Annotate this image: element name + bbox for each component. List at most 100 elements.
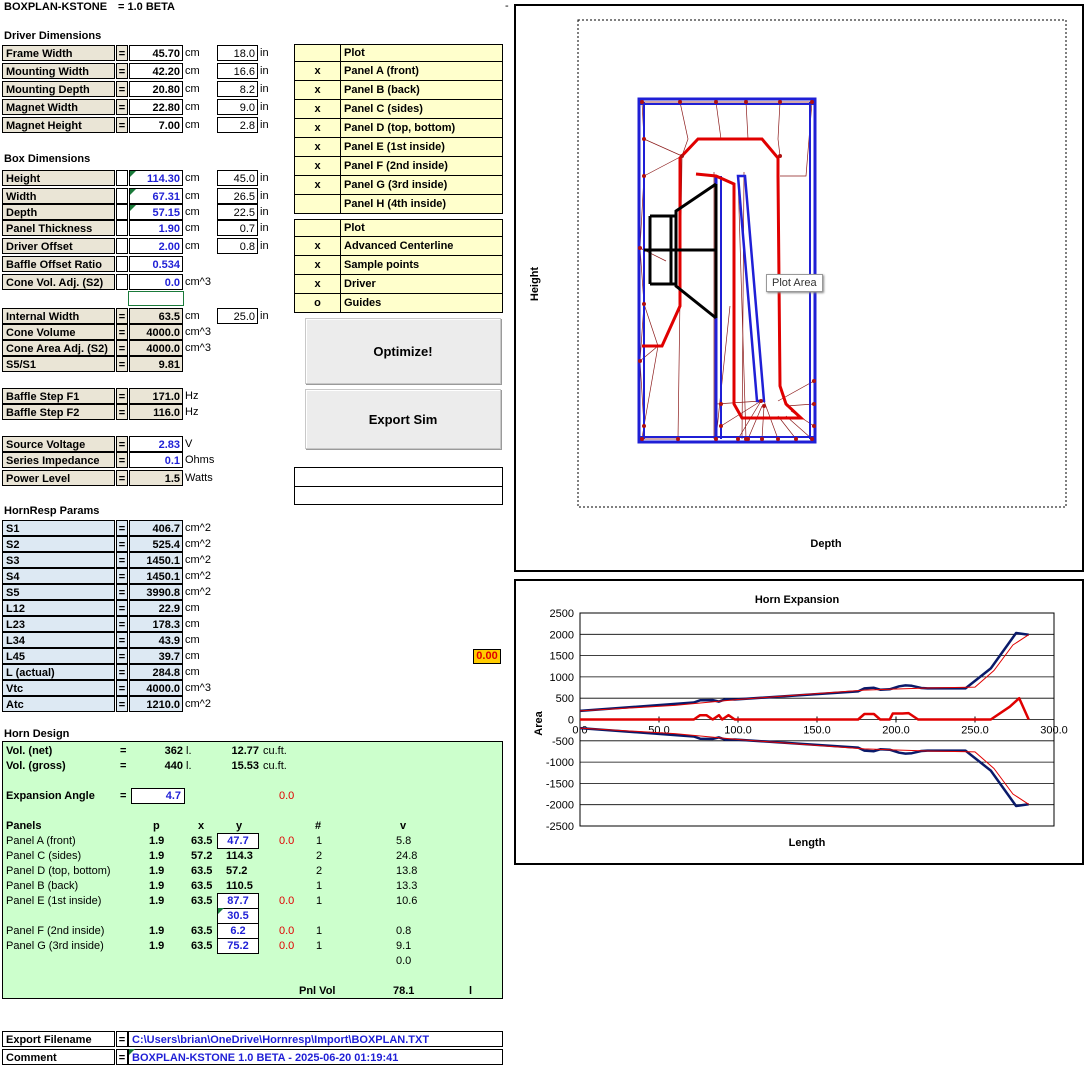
unit-in: in xyxy=(260,172,269,184)
export-filename-input[interactable]: C:\Users\brian\OneDrive\Hornresp\Import\… xyxy=(128,1031,503,1047)
plot-option-mark[interactable]: o xyxy=(295,294,340,312)
export-filename-eq: = xyxy=(116,1031,128,1047)
eq-sign xyxy=(116,188,128,204)
plot-option-row[interactable]: x Panel D (top, bottom) xyxy=(295,119,502,138)
row-label: Vtc xyxy=(2,680,115,696)
row-label: S1 xyxy=(2,520,115,536)
panel-v: 13.3 xyxy=(396,880,418,892)
driver-heading: Driver Dimensions xyxy=(4,30,102,42)
driver-value-cm[interactable]: 45.70 xyxy=(129,45,183,61)
sample-point xyxy=(762,404,766,408)
plot-option-row[interactable]: o Guides xyxy=(295,294,502,312)
row-value[interactable]: 2.83 xyxy=(129,436,183,452)
box-value-input[interactable]: 67.31 xyxy=(129,188,183,204)
row-value: 171.0 xyxy=(129,388,183,404)
plot-option-mark[interactable]: x xyxy=(295,81,340,99)
panel-y-input[interactable]: 47.7 xyxy=(217,833,259,849)
y-tick-label: -500 xyxy=(552,736,574,748)
box-value-input[interactable]: 0.534 xyxy=(129,256,183,272)
sample-point xyxy=(778,100,782,104)
export-sim-button[interactable]: Export Sim xyxy=(305,389,501,449)
x-tick-label: 200.0 xyxy=(882,725,910,737)
plot-option-mark[interactable]: x xyxy=(295,138,340,156)
vol-net-liters-unit: l. xyxy=(186,745,192,757)
pnl-vol-label: Pnl Vol xyxy=(299,985,336,997)
plot-option-mark[interactable]: x xyxy=(295,275,340,293)
panel-y-input[interactable]: 6.2 xyxy=(217,923,259,939)
plot-option-row[interactable]: x Sample points xyxy=(295,256,502,275)
horn-expansion-chart[interactable]: 2500 2000 1500 1000 500 0 -500 -1000 -1500 -2000-… xyxy=(514,579,1084,865)
row-unit: cm xyxy=(185,666,200,678)
unit-in: in xyxy=(260,101,269,113)
row-unit: cm xyxy=(185,310,200,322)
options-plot-list: Plot x Advanced Centerline x Sample points x… xyxy=(294,219,503,313)
unit-in: in xyxy=(260,240,269,252)
driver-value-cm[interactable]: 42.20 xyxy=(129,63,183,79)
row-value[interactable]: 0.1 xyxy=(129,452,183,468)
panel-p: 1.9 xyxy=(149,850,165,862)
plot-option-row[interactable]: x Panel G (3rd inside) xyxy=(295,176,502,195)
x-tick-label: 0.0 xyxy=(572,725,587,737)
plot-option-row[interactable]: x Panel E (1st inside) xyxy=(295,138,502,157)
x-tick-label: 250.0 xyxy=(961,725,989,737)
options-plot-heading: Plot xyxy=(340,220,502,236)
plot-option-row[interactable]: x Driver xyxy=(295,275,502,294)
row-value: 116.0 xyxy=(129,404,183,420)
box-value-input[interactable]: 1.90 xyxy=(129,220,183,236)
col-v: v xyxy=(400,820,407,832)
panel-y-input[interactable]: 87.7 xyxy=(217,893,259,909)
panel-y-input[interactable]: 75.2 xyxy=(217,938,259,954)
plot-option-label: Guides xyxy=(340,294,502,312)
expansion-angle-input[interactable]: 4.7 xyxy=(131,788,185,804)
driver-value-in: 2.8 xyxy=(217,117,258,133)
plot-option-mark[interactable]: x xyxy=(295,237,340,255)
horn-y-label: Area xyxy=(533,710,545,735)
plot-option-row[interactable]: x Panel B (back) xyxy=(295,81,502,100)
plot-option-mark[interactable]: x xyxy=(295,256,340,274)
row-label: S5/S1 xyxy=(2,356,115,372)
row-value: 178.3 xyxy=(129,616,183,632)
plot-option-row[interactable]: x Panel F (2nd inside) xyxy=(295,157,502,176)
plot-option-mark[interactable]: x xyxy=(295,62,340,80)
plot-option-mark[interactable]: x xyxy=(295,176,340,194)
box-label: Height xyxy=(2,170,115,186)
plot-option-label: Panel E (1st inside) xyxy=(340,138,502,156)
panel-p: 1.9 xyxy=(149,925,165,937)
unit: cm xyxy=(185,222,200,234)
box-value-input[interactable]: 57.15 xyxy=(129,204,183,220)
comment-input[interactable]: BOXPLAN-KSTONE 1.0 BETA - 2025-06-20 01:… xyxy=(128,1049,503,1065)
driver-value-cm[interactable]: 7.00 xyxy=(129,117,183,133)
x-tick-label: 100.0 xyxy=(724,725,752,737)
plot-option-row[interactable]: x Panel C (sides) xyxy=(295,100,502,119)
plot-option-row[interactable]: x Advanced Centerline xyxy=(295,237,502,256)
panel-plot-heading: Plot xyxy=(340,45,502,61)
sample-point xyxy=(714,437,718,441)
side-view-chart[interactable]: Height Depth Plot Area xyxy=(514,4,1084,572)
plot-option-label: Panel G (3rd inside) xyxy=(340,176,502,194)
comment-eq: = xyxy=(116,1049,128,1065)
row-unit: cm^2 xyxy=(185,586,211,598)
plot-option-mark[interactable]: x xyxy=(295,100,340,118)
selected-cell-outline[interactable] xyxy=(128,291,184,306)
panel-count: 1 xyxy=(316,835,323,847)
panel-p: 1.9 xyxy=(149,880,165,892)
unit: cm^3 xyxy=(185,276,211,288)
expansion-angle-eq: = xyxy=(120,790,127,802)
plot-option-mark[interactable]: x xyxy=(295,157,340,175)
panel-count: 1 xyxy=(316,895,323,907)
driver-value-cm[interactable]: 20.80 xyxy=(129,81,183,97)
box-value-input[interactable]: 2.00 xyxy=(129,238,183,254)
plot-option-label: Sample points xyxy=(340,256,502,274)
eq-sign: = xyxy=(116,600,128,616)
plot-option-row[interactable]: Panel H (4th inside) xyxy=(295,195,502,213)
y-tick-label: 500 xyxy=(556,693,574,705)
driver-value-cm[interactable]: 22.80 xyxy=(129,99,183,115)
row-unit: cm^2 xyxy=(185,570,211,582)
box-value-input[interactable]: 114.30 xyxy=(129,170,183,186)
series-fit-lower xyxy=(579,727,1029,805)
plot-option-mark[interactable]: x xyxy=(295,119,340,137)
box-value-input[interactable]: 0.0 xyxy=(129,274,183,290)
plot-option-row[interactable]: x Panel A (front) xyxy=(295,62,502,81)
optimize-button[interactable]: Optimize! xyxy=(305,318,501,384)
panel-y: 114.3 xyxy=(226,850,253,862)
